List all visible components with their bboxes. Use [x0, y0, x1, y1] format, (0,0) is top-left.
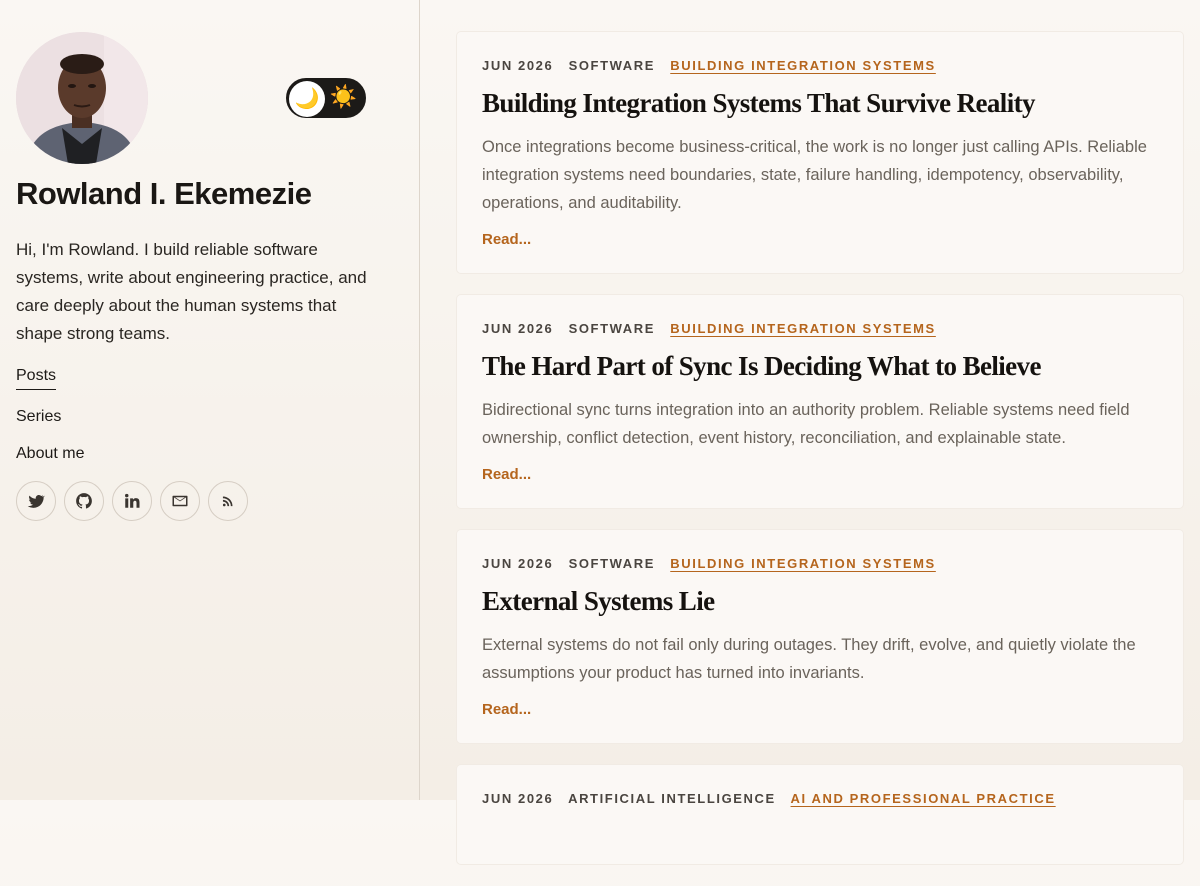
post-date: JUN 2026 [482, 791, 554, 806]
post-category[interactable]: SOFTWARE [569, 556, 655, 571]
post-card: JUN 2026 SOFTWARE BUILDING INTEGRATION S… [457, 295, 1183, 508]
post-title[interactable]: External Systems Lie [482, 585, 1158, 617]
post-meta: JUN 2026 SOFTWARE BUILDING INTEGRATION S… [482, 321, 1158, 337]
linkedin-icon [125, 493, 140, 508]
social-links [16, 481, 248, 521]
twitter-icon [27, 494, 45, 508]
github-link[interactable] [64, 481, 104, 521]
read-more-link[interactable]: Read... [482, 701, 531, 718]
sidebar: 🌙 ☀️ Rowland I. Ekemezie Hi, I'm Rowland… [0, 0, 420, 800]
post-series-link[interactable]: BUILDING INTEGRATION SYSTEMS [670, 556, 936, 571]
post-category[interactable]: ARTIFICIAL INTELLIGENCE [568, 791, 776, 806]
post-excerpt: Once integrations become business-critic… [482, 138, 1147, 212]
mail-icon [172, 495, 188, 507]
main-nav: Posts Series About me [16, 366, 84, 481]
post-title[interactable]: Building Integration Systems That Surviv… [482, 87, 1158, 119]
post-date: JUN 2026 [482, 58, 554, 73]
theme-toggle[interactable]: 🌙 ☀️ [286, 78, 366, 118]
post-meta: JUN 2026 ARTIFICIAL INTELLIGENCE AI AND … [482, 791, 1158, 807]
sun-icon: ☀️ [329, 84, 357, 109]
github-icon [76, 493, 92, 509]
nav-series[interactable]: Series [16, 407, 61, 427]
post-card: JUN 2026 ARTIFICIAL INTELLIGENCE AI AND … [457, 765, 1183, 864]
posts-list: JUN 2026 SOFTWARE BUILDING INTEGRATION S… [457, 32, 1183, 886]
bio: Hi, I'm Rowland. I build reliable softwa… [16, 240, 367, 343]
post-card: JUN 2026 SOFTWARE BUILDING INTEGRATION S… [457, 32, 1183, 273]
post-series-link[interactable]: BUILDING INTEGRATION SYSTEMS [670, 321, 936, 336]
post-date: JUN 2026 [482, 556, 554, 571]
post-title[interactable]: The Hard Part of Sync Is Deciding What t… [482, 350, 1158, 382]
post-meta: JUN 2026 SOFTWARE BUILDING INTEGRATION S… [482, 58, 1158, 74]
post-category[interactable]: SOFTWARE [569, 58, 655, 73]
twitter-link[interactable] [16, 481, 56, 521]
post-series-link[interactable]: BUILDING INTEGRATION SYSTEMS [670, 58, 936, 73]
linkedin-link[interactable] [112, 481, 152, 521]
post-date: JUN 2026 [482, 321, 554, 336]
rss-link[interactable] [208, 481, 248, 521]
nav-about-me[interactable]: About me [16, 444, 84, 464]
post-category[interactable]: SOFTWARE [569, 321, 655, 336]
email-link[interactable] [160, 481, 200, 521]
read-more-link[interactable]: Read... [482, 231, 531, 248]
post-excerpt: External systems do not fail only during… [482, 636, 1136, 682]
site-title: Rowland I. Ekemezie [16, 176, 312, 211]
post-series-link[interactable]: AI AND PROFESSIONAL PRACTICE [791, 791, 1056, 806]
moon-icon: 🌙 [289, 81, 325, 117]
nav-posts[interactable]: Posts [16, 366, 57, 390]
read-more-link[interactable]: Read... [482, 466, 531, 483]
post-card: JUN 2026 SOFTWARE BUILDING INTEGRATION S… [457, 530, 1183, 743]
avatar [16, 32, 148, 164]
post-meta: JUN 2026 SOFTWARE BUILDING INTEGRATION S… [482, 556, 1158, 572]
rss-icon [222, 496, 233, 507]
avatar-photo [16, 32, 148, 164]
post-excerpt: Bidirectional sync turns integration int… [482, 401, 1130, 447]
